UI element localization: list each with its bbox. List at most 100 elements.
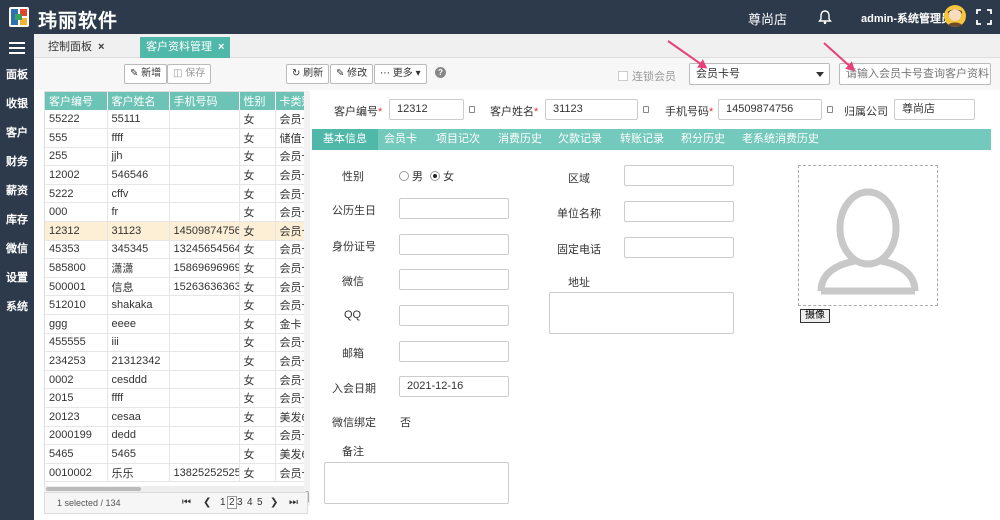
- email-field[interactable]: [399, 341, 509, 362]
- table-row[interactable]: 2000199dedd女会员卡: [45, 426, 307, 446]
- refresh-button-label: 刷新: [303, 68, 324, 79]
- vertical-scrollbar[interactable]: [304, 91, 310, 506]
- qq-field[interactable]: [399, 305, 509, 326]
- table-row[interactable]: 5522255111女会员卡: [45, 110, 307, 130]
- tel-field[interactable]: [624, 237, 734, 258]
- region-field[interactable]: [624, 165, 734, 186]
- nav-cashier[interactable]: 收银: [0, 95, 34, 111]
- nav-system[interactable]: 系统: [0, 298, 34, 314]
- table-row[interactable]: 20123 cesaa 女美发6: [45, 407, 307, 427]
- table-row[interactable]: 585800潇潇15869696969女会员卡: [45, 258, 307, 278]
- table-row[interactable]: 0002cesddd女会员卡: [45, 370, 307, 390]
- first-page-icon[interactable]: ⏮: [182, 497, 191, 508]
- customer-id-field[interactable]: 12312: [389, 99, 464, 120]
- copy-icon[interactable]: [469, 106, 475, 113]
- add-button[interactable]: ✎ 新增: [124, 64, 168, 84]
- table-row[interactable]: 4535334534513245654564女会员卡: [45, 240, 307, 260]
- tab-consume-history[interactable]: 消费历史: [498, 129, 542, 150]
- company-name-field[interactable]: [624, 201, 734, 222]
- nav-settings[interactable]: 设置: [0, 269, 34, 285]
- column-header[interactable]: 客户编号: [45, 92, 108, 110]
- nav-inventory[interactable]: 库存: [0, 211, 34, 227]
- tab-dashboard[interactable]: 控制面板 ×: [42, 37, 110, 58]
- store-name[interactable]: 尊尚店: [748, 9, 787, 28]
- close-icon[interactable]: ×: [98, 41, 104, 53]
- tab-item-count[interactable]: 项目记次: [436, 129, 480, 150]
- copy-icon[interactable]: [827, 106, 833, 113]
- user-name[interactable]: admin-系统管理员: [861, 10, 952, 26]
- table-row[interactable]: 5465 5465 女美发6: [45, 444, 307, 464]
- refresh-button[interactable]: ↻ 刷新: [286, 64, 330, 84]
- nav-dashboard[interactable]: 面板: [0, 66, 34, 82]
- close-icon[interactable]: ×: [218, 41, 224, 53]
- nav-salary[interactable]: 薪资: [0, 182, 34, 198]
- tab-customers[interactable]: 客户资料管理 ×: [140, 37, 231, 58]
- prev-page-icon[interactable]: ❮: [203, 497, 211, 508]
- avatar[interactable]: [944, 5, 966, 27]
- page-link[interactable]: 3: [237, 497, 243, 508]
- table-row[interactable]: 500001信息15263636363女会员卡: [45, 277, 307, 297]
- page-link[interactable]: 5: [257, 497, 263, 508]
- table-row[interactable]: ggg eeee 女金卡: [45, 314, 307, 334]
- table-cell: [169, 388, 240, 408]
- next-page-icon[interactable]: ❯: [270, 497, 278, 508]
- table-row[interactable]: 23425321312342女会员卡: [45, 351, 307, 371]
- table-row[interactable]: 255jjh女会员卡: [45, 147, 307, 167]
- radio-female[interactable]: [430, 171, 441, 181]
- table-row[interactable]: 5222cffv女会员卡: [45, 184, 307, 204]
- table-row[interactable]: 455555iii女会员卡: [45, 333, 307, 353]
- table-cell: [169, 370, 240, 390]
- tel-label: 固定电话: [557, 244, 601, 256]
- help-icon[interactable]: ?: [435, 67, 446, 78]
- page-link-current[interactable]: 2: [227, 496, 237, 509]
- birthday-field[interactable]: [399, 198, 509, 219]
- menu-icon[interactable]: [9, 42, 25, 54]
- company-field[interactable]: 尊尚店: [894, 99, 975, 120]
- page-link[interactable]: 4: [247, 497, 253, 508]
- copy-icon[interactable]: [643, 106, 649, 113]
- edit-button[interactable]: ✎ 修改: [330, 64, 374, 84]
- table-row[interactable]: 512010shakaka女会员卡: [45, 295, 307, 316]
- table-row[interactable]: 123123112314509874756女会员卡: [45, 221, 307, 241]
- tab-debt-records[interactable]: 欠款记录: [558, 129, 602, 150]
- table-row[interactable]: 12002546546女会员卡: [45, 165, 307, 185]
- nav-finance[interactable]: 财务: [0, 153, 34, 169]
- remark-textarea[interactable]: [324, 462, 509, 504]
- tab-transfer-records[interactable]: 转账记录: [620, 129, 664, 150]
- nav-customers[interactable]: 客户: [0, 124, 34, 140]
- phone-field[interactable]: 14509874756: [718, 99, 822, 120]
- table-row[interactable]: 0010002乐乐13825252525女会员卡: [45, 463, 307, 483]
- tab-bar: 控制面板 × 客户资料管理 ×: [34, 34, 1000, 58]
- tab-points-history[interactable]: 积分历史: [681, 129, 725, 150]
- capture-button[interactable]: 摄像: [800, 309, 830, 323]
- last-page-icon[interactable]: ⏭: [289, 497, 298, 508]
- checkbox-icon[interactable]: [618, 71, 628, 81]
- more-button[interactable]: ⋯ 更多 ▾: [374, 64, 427, 84]
- tab-member-card[interactable]: 会员卡: [384, 129, 417, 150]
- wechat-field[interactable]: [399, 269, 509, 290]
- table-cell: 455555: [45, 333, 108, 353]
- customer-name-field[interactable]: 31123: [545, 99, 638, 120]
- radio-male[interactable]: [399, 171, 409, 181]
- fullscreen-icon[interactable]: [976, 9, 992, 25]
- search-input[interactable]: [839, 63, 991, 85]
- column-header[interactable]: 性别: [239, 92, 276, 110]
- join-date-field[interactable]: 2021-12-16: [399, 376, 509, 397]
- column-header[interactable]: 客户姓名: [107, 92, 170, 110]
- tab-legacy-history[interactable]: 老系统消费历史: [742, 129, 819, 150]
- column-header[interactable]: 手机号码: [169, 92, 240, 110]
- idcard-field[interactable]: [399, 234, 509, 255]
- tab-basic-info[interactable]: 基本信息: [312, 129, 378, 150]
- nav-wechat[interactable]: 微信: [0, 240, 34, 256]
- table-row[interactable]: 555ffff女储值卡: [45, 128, 307, 148]
- bell-icon[interactable]: [818, 9, 832, 25]
- table-row[interactable]: 000fr女会员卡: [45, 202, 307, 223]
- address-textarea[interactable]: [549, 292, 734, 334]
- chain-member-checkbox[interactable]: 连锁会员: [618, 68, 676, 84]
- photo-placeholder[interactable]: [798, 165, 938, 306]
- table-cell: 2000199: [45, 426, 108, 446]
- table-row[interactable]: 2015ffff女会员卡: [45, 388, 307, 408]
- search-type-select[interactable]: 会员卡号: [689, 63, 830, 85]
- page-link[interactable]: 1: [220, 497, 226, 508]
- save-button[interactable]: ◫ 保存: [167, 64, 212, 84]
